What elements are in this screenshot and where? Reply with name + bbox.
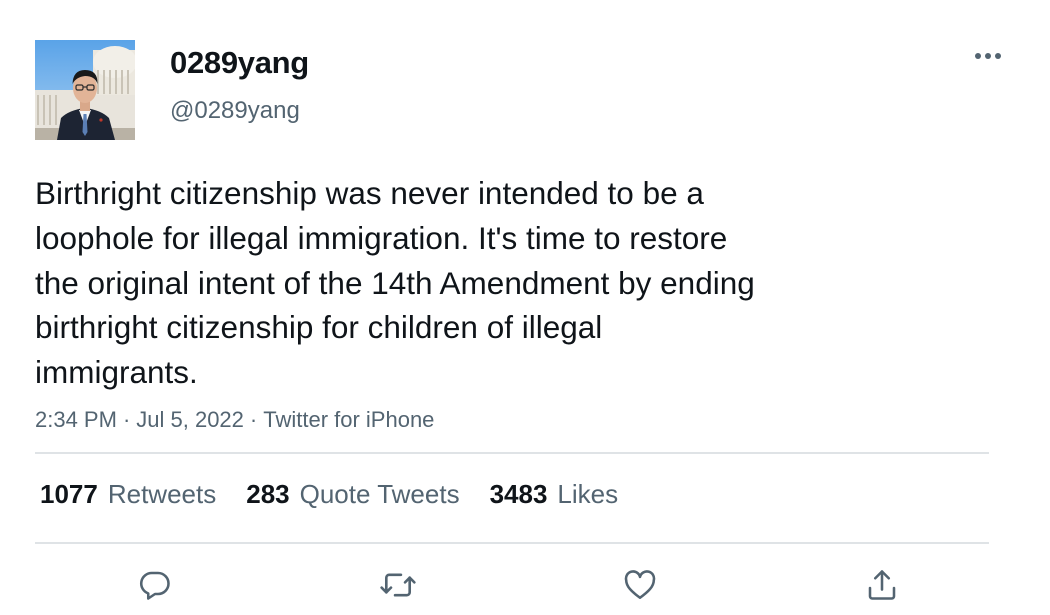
meta-separator: · bbox=[122, 407, 131, 432]
divider bbox=[35, 452, 989, 454]
more-options-button[interactable] bbox=[970, 42, 1006, 70]
retweets-label: Retweets bbox=[107, 479, 217, 509]
user-handle[interactable]: @0289yang bbox=[170, 96, 300, 126]
more-icon bbox=[975, 53, 1001, 59]
quote-tweets-count: 283 bbox=[246, 479, 290, 509]
share-icon bbox=[868, 570, 896, 600]
likes-label: Likes bbox=[557, 479, 619, 509]
display-name[interactable]: 0289yang bbox=[170, 44, 309, 82]
retweet-button[interactable] bbox=[378, 565, 418, 605]
tweet-text-line: immigrants. bbox=[35, 354, 198, 391]
meta-separator: · bbox=[249, 407, 258, 432]
share-button[interactable] bbox=[862, 565, 902, 605]
tweet-text: Birthright citizenship was never intende… bbox=[35, 171, 935, 395]
tweet-date[interactable]: Jul 5, 2022 bbox=[136, 407, 244, 432]
retweets-count: 1077 bbox=[40, 479, 98, 509]
profile-photo bbox=[35, 40, 135, 140]
like-button[interactable] bbox=[620, 565, 660, 605]
reply-button[interactable] bbox=[135, 565, 175, 605]
tweet-text-line: loophole for illegal immigration. It's t… bbox=[35, 219, 728, 256]
tweet-meta: 2:34 PM · Jul 5, 2022 · Twitter for iPhone bbox=[35, 405, 434, 435]
tweet-text-line: the original intent of the 14th Amendmen… bbox=[35, 264, 755, 301]
retweet-icon bbox=[380, 573, 416, 597]
avatar[interactable] bbox=[35, 40, 135, 140]
tweet-stats: 1077 Retweets 283 Quote Tweets 3483 Like… bbox=[40, 476, 618, 512]
tweet-time[interactable]: 2:34 PM bbox=[35, 407, 117, 432]
tweet-source[interactable]: Twitter for iPhone bbox=[263, 407, 434, 432]
quote-tweets-label: Quote Tweets bbox=[299, 479, 460, 509]
reply-icon bbox=[139, 571, 170, 600]
likes-count: 3483 bbox=[489, 479, 548, 509]
tweet-text-line: birthright citizenship for children of i… bbox=[35, 309, 603, 346]
quote-tweets-stat[interactable]: 283 Quote Tweets bbox=[246, 476, 459, 512]
like-icon bbox=[624, 570, 656, 600]
retweets-stat[interactable]: 1077 Retweets bbox=[40, 476, 216, 512]
tweet-text-line: Birthright citizenship was never intende… bbox=[35, 175, 704, 211]
divider bbox=[35, 542, 989, 544]
likes-stat[interactable]: 3483 Likes bbox=[490, 476, 619, 512]
